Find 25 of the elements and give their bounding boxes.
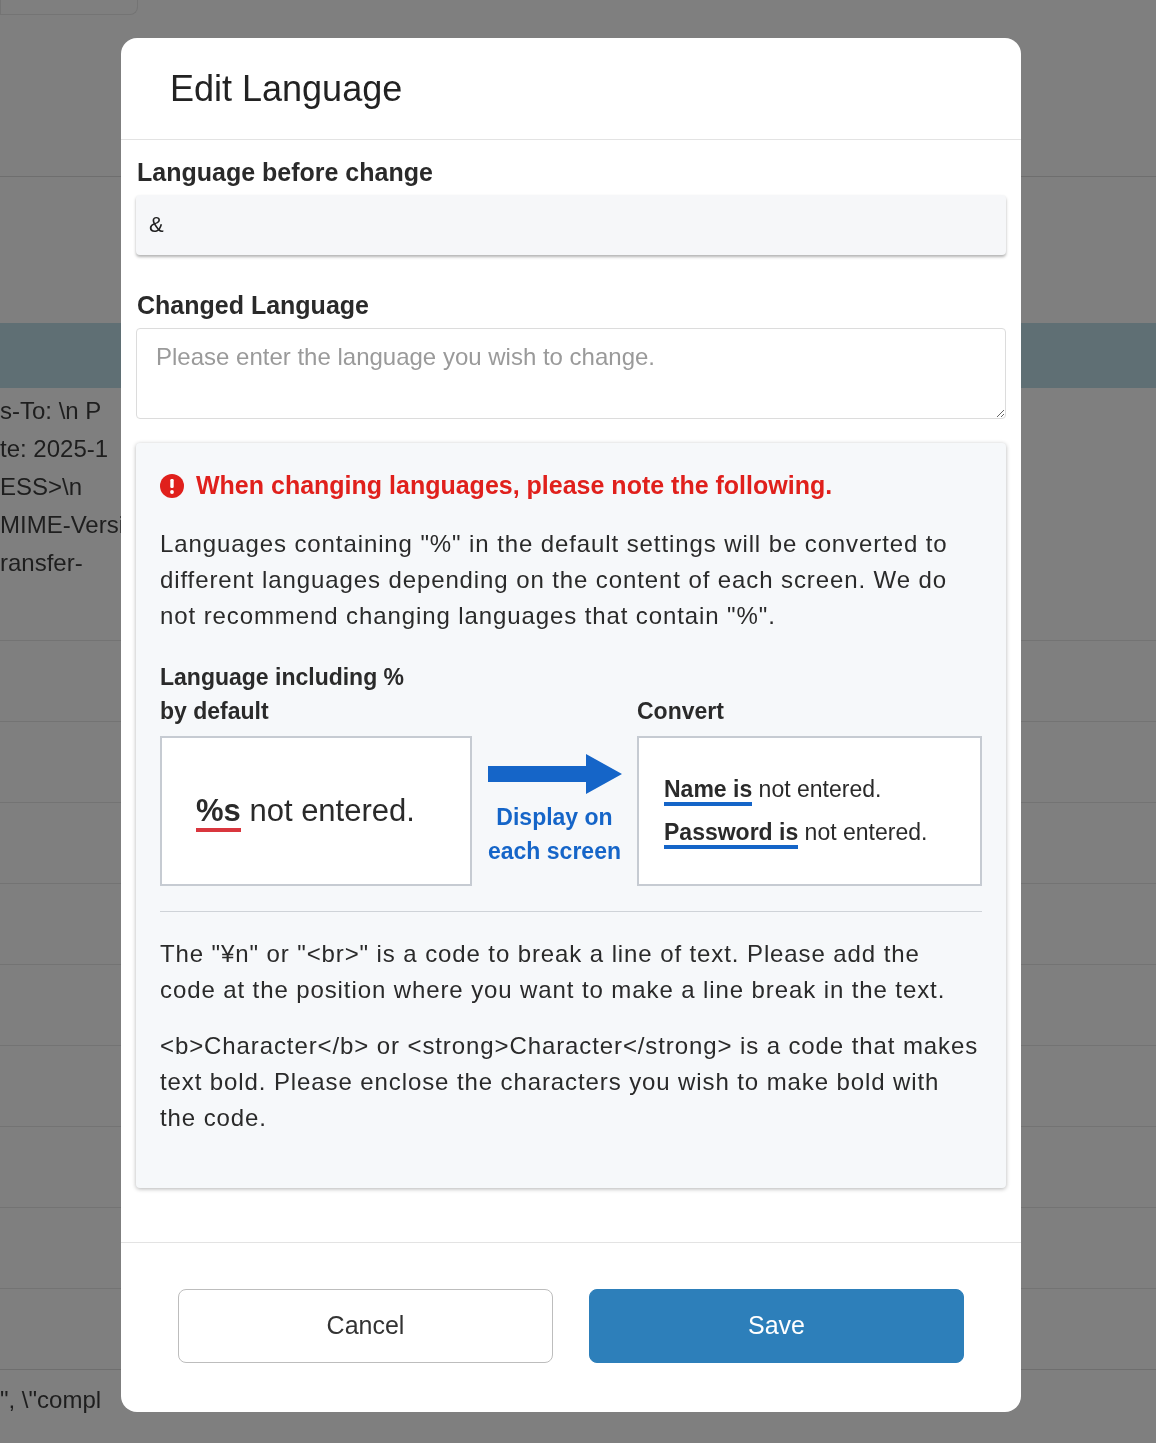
notice-text: The "¥n" or "<br>" is a code to break a line of text. Please add the code at the position where you want to make a line break in the text. xyxy=(160,939,947,1005)
example-text: %s not entered. xyxy=(162,793,470,829)
example-text: Name is not entered. xyxy=(639,776,980,803)
example-heading: Convert xyxy=(637,697,725,726)
background-text: s-To: \n P xyxy=(0,396,102,426)
field-label: Changed Language xyxy=(137,291,370,320)
background-text: MIME-Versi xyxy=(0,510,124,540)
arrow-icon xyxy=(487,754,622,794)
example-text: Password is not entered. xyxy=(639,819,980,846)
field-label: Language before change xyxy=(137,158,434,187)
notice-text: <b>Character</b> or <strong>Character</strong> is a code that makes text bold. Please enclose the characters you wish to make bold with the code. xyxy=(160,1031,980,1133)
dialog-title: Edit Language xyxy=(170,67,403,110)
save-button[interactable]: Save xyxy=(589,1288,964,1363)
input-field[interactable]: Please enter the language you wish to change. xyxy=(136,328,1006,419)
readonly-field: & xyxy=(136,195,1006,255)
warning-icon xyxy=(160,473,184,498)
background-text: ransfer- xyxy=(0,548,83,578)
arrow-caption: Display on each screen xyxy=(487,803,622,866)
cancel-button[interactable]: Cancel xyxy=(178,1288,553,1363)
example-heading: Language including % by default xyxy=(160,663,406,726)
notice-heading: When changing languages, please note the following. xyxy=(196,471,833,500)
background-text: ", \"compl xyxy=(0,1386,102,1414)
notice-text: Languages containing "%" in the default settings will be converted to different languages depending on the content of each screen. We do not recommend changing languages that contain "%". xyxy=(160,529,949,631)
background-text: te: 2025-1 xyxy=(0,434,109,464)
background-text: ESS>\n xyxy=(0,472,83,502)
